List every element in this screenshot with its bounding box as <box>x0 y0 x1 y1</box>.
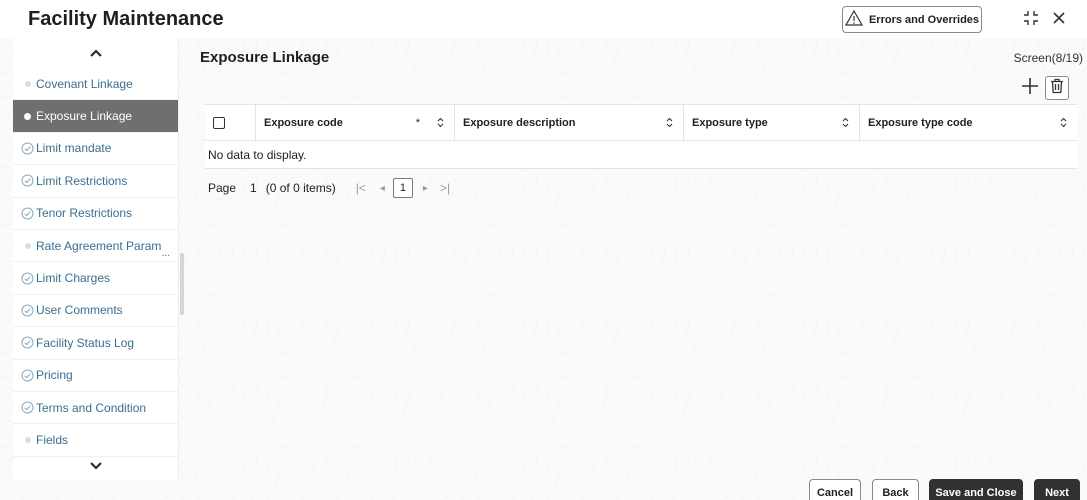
truncation-ellipsis: ... <box>161 248 170 260</box>
check-circle-icon <box>21 142 34 155</box>
trash-icon <box>1049 78 1065 99</box>
check-circle-icon <box>21 207 34 220</box>
sidebar-item-pricing[interactable]: Pricing <box>13 360 178 392</box>
sidebar-item-label: Pricing <box>36 368 73 383</box>
column-exposure-type[interactable]: Exposure type <box>684 105 860 140</box>
sidebar-item-facility-status-log[interactable]: Facility Status Log <box>13 327 178 360</box>
column-exposure-type-code[interactable]: Exposure type code <box>860 105 1077 140</box>
exposure-grid: Exposure code * Exposure description Exp… <box>205 104 1077 169</box>
sidebar-item-label: Tenor Restrictions <box>36 206 133 221</box>
errors-button-label: Errors and Overrides <box>868 13 980 26</box>
sidebar-item-label: Fields <box>36 432 69 447</box>
sidebar-list: Covenant Linkage Exposure Linkage Limit ma… <box>13 68 178 457</box>
pending-step-dot-icon <box>21 77 34 90</box>
scroll-down-button[interactable] <box>13 452 179 480</box>
sidebar-item-label: Covenant Linkage <box>36 76 133 91</box>
required-marker: * <box>415 117 420 129</box>
sidebar-item-label: Limit mandate <box>36 141 112 156</box>
section-title: Exposure Linkage <box>200 49 330 66</box>
sort-icon[interactable] <box>1060 117 1067 131</box>
chevron-up-icon <box>89 44 102 62</box>
sidebar-splitter-handle[interactable] <box>180 253 184 315</box>
add-row-button[interactable] <box>1018 76 1042 100</box>
sidebar-item-terms-and-condition[interactable]: Terms and Condition <box>13 392 178 425</box>
previous-page-button[interactable]: ◂ <box>380 183 385 194</box>
sidebar-item-label: User Comments <box>36 303 123 318</box>
check-circle-icon <box>21 304 34 317</box>
sort-icon[interactable] <box>842 117 849 131</box>
chevron-down-icon <box>90 457 102 475</box>
sidebar-item-tenor-restrictions[interactable]: Tenor Restrictions <box>13 198 178 230</box>
page-label: Page <box>208 181 237 195</box>
sort-icon[interactable] <box>666 117 673 131</box>
minimize-icon[interactable] <box>1022 9 1040 27</box>
column-label: Exposure description <box>463 116 576 129</box>
pending-step-dot-icon <box>21 239 34 252</box>
screen-counter: Screen(8/19) <box>1013 51 1083 65</box>
select-all-cell <box>205 105 256 140</box>
sidebar-item-user-comments[interactable]: User Comments <box>13 295 178 328</box>
sidebar-item-label: Facility Status Log <box>36 335 135 350</box>
back-button[interactable]: Back <box>872 479 919 500</box>
sidebar-item-label: Limit Charges <box>36 271 111 286</box>
column-exposure-description[interactable]: Exposure description <box>455 105 684 140</box>
sidebar-item-limit-mandate[interactable]: Limit mandate <box>13 133 178 166</box>
check-circle-icon <box>21 174 34 187</box>
sidebar-item-label: Rate Agreement Param <box>36 238 162 253</box>
next-button[interactable]: Next <box>1034 479 1080 500</box>
page-number: 1 <box>250 181 257 195</box>
sidebar-item-limit-charges[interactable]: Limit Charges <box>13 262 178 295</box>
grid-header: Exposure code * Exposure description Exp… <box>205 104 1077 141</box>
errors-and-overrides-button[interactable]: Errors and Overrides <box>842 6 982 33</box>
select-all-checkbox[interactable] <box>213 116 225 129</box>
column-label: Exposure type <box>692 116 768 129</box>
next-page-button[interactable]: ▸ <box>423 183 428 194</box>
sidebar-item-label: Terms and Condition <box>36 400 147 415</box>
column-label: Exposure code <box>264 116 343 129</box>
header: Facility Maintenance Errors and Override… <box>0 0 1087 38</box>
column-exposure-code[interactable]: Exposure code * <box>256 105 455 140</box>
warning-icon <box>844 9 864 29</box>
save-and-close-button[interactable]: Save and Close <box>929 479 1023 500</box>
sidebar-item-exposure-linkage[interactable]: Exposure Linkage <box>13 100 178 133</box>
column-label: Exposure type code <box>868 116 973 129</box>
plus-icon <box>1021 77 1039 100</box>
items-count: (0 of 0 items) <box>265 181 336 195</box>
cancel-button[interactable]: Cancel <box>809 479 861 500</box>
current-page-input[interactable]: 1 <box>392 178 413 198</box>
current-step-dot-icon <box>21 110 34 123</box>
sort-icon[interactable] <box>437 117 444 131</box>
empty-message: No data to display. <box>205 141 1077 169</box>
pagination: Page 1 (0 of 0 items) |< ◂ 1 ▸ >| <box>208 178 450 198</box>
sidebar-item-limit-restrictions[interactable]: Limit Restrictions <box>13 165 178 198</box>
check-circle-icon <box>21 369 34 382</box>
check-circle-icon <box>21 272 34 285</box>
check-circle-icon <box>21 401 34 414</box>
close-icon[interactable] <box>1050 9 1068 27</box>
page-title: Facility Maintenance <box>28 8 224 30</box>
last-page-button[interactable]: >| <box>440 181 450 195</box>
sidebar-item-covenant-linkage[interactable]: Covenant Linkage <box>13 68 178 101</box>
sidebar-item-rate-agreement-param[interactable]: Rate Agreement Param... <box>13 230 178 263</box>
sidebar: Covenant Linkage Exposure Linkage Limit ma… <box>13 38 179 480</box>
sidebar-item-label: Limit Restrictions <box>36 173 128 188</box>
check-circle-icon <box>21 336 34 349</box>
delete-row-button[interactable] <box>1045 76 1069 100</box>
sidebar-item-label: Exposure Linkage <box>36 109 133 124</box>
scroll-up-button[interactable] <box>13 38 178 68</box>
first-page-button[interactable]: |< <box>356 181 366 195</box>
pending-step-dot-icon <box>21 433 34 446</box>
